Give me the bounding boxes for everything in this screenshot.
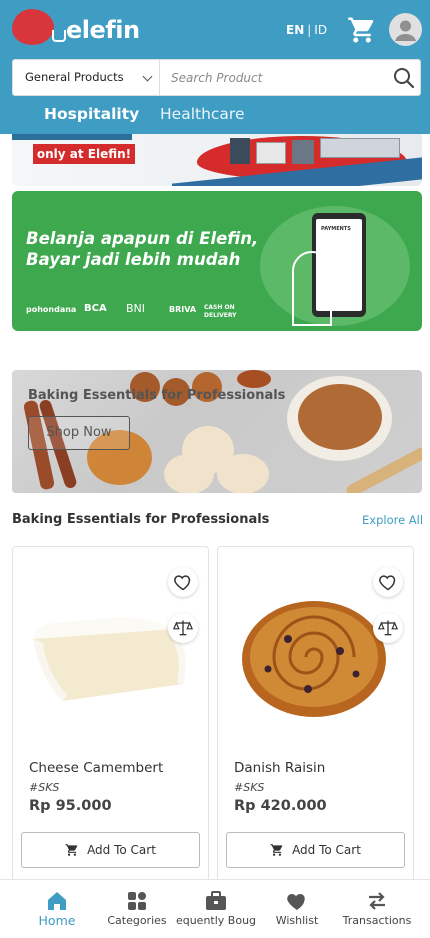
compare-scale-icon[interactable] bbox=[168, 613, 198, 643]
bottom-navigation: Home Categories equently Boug Wishlist T… bbox=[0, 879, 430, 938]
banner-title: Baking Essentials for Professionals bbox=[28, 388, 286, 403]
user-avatar[interactable] bbox=[389, 13, 422, 46]
payment-logo-cod: CASH ON DELIVERY bbox=[204, 304, 237, 319]
phone-screen-title: PAYMENTS bbox=[321, 226, 351, 232]
equipment-image bbox=[230, 138, 250, 164]
equipment-image bbox=[320, 138, 400, 158]
lang-separator: | bbox=[307, 23, 312, 37]
payment-logo-pohondana: pohondana bbox=[26, 305, 77, 314]
product-price: Rp 95.000 bbox=[29, 798, 112, 814]
product-price: Rp 420.000 bbox=[234, 798, 327, 814]
logo-blob bbox=[12, 9, 54, 45]
search-input[interactable] bbox=[171, 66, 371, 90]
equipment-image bbox=[292, 140, 314, 164]
nav-wishlist[interactable]: Wishlist bbox=[254, 880, 340, 938]
search-bar: General Products bbox=[12, 59, 421, 96]
search-icon[interactable] bbox=[392, 66, 416, 90]
lang-id-option[interactable]: ID bbox=[314, 23, 327, 37]
transfer-icon bbox=[369, 892, 385, 910]
payment-headline-2: Bayar jadi lebih mudah bbox=[26, 250, 241, 269]
payment-logo-briva: BRIVA bbox=[169, 305, 197, 314]
product-card[interactable]: Cheese Camembert #SKS Rp 95.000 Add To C… bbox=[12, 546, 209, 886]
product-image-camembert bbox=[33, 617, 186, 701]
app-header: elefin EN|ID General Products Hospitalit… bbox=[0, 0, 430, 134]
brown-sugar-image bbox=[298, 384, 382, 450]
language-switch: EN | ID bbox=[286, 23, 327, 37]
nav-frequently-bought-label: equently Boug bbox=[175, 914, 257, 927]
add-to-cart-button[interactable]: Add To Cart bbox=[21, 832, 200, 868]
promo-banner-payment[interactable]: Belanja apapun di Elefin, Bayar jadi leb… bbox=[12, 191, 422, 331]
nav-categories-label: Categories bbox=[107, 914, 167, 927]
compare-scale-icon[interactable] bbox=[373, 613, 403, 643]
heart-icon bbox=[287, 894, 305, 910]
wishlist-heart-icon[interactable] bbox=[373, 567, 403, 597]
nav-wishlist-label: Wishlist bbox=[275, 914, 319, 927]
product-image-danish bbox=[242, 601, 386, 717]
product-tag: #SKS bbox=[234, 781, 265, 794]
tab-healthcare[interactable]: Healthcare bbox=[160, 105, 245, 123]
nav-transactions[interactable]: Transactions bbox=[334, 880, 420, 938]
nav-transactions-label: Transactions bbox=[342, 914, 412, 927]
explore-all-link[interactable]: Explore All bbox=[362, 513, 423, 527]
payment-headline-1: Belanja apapun di Elefin, bbox=[26, 229, 259, 248]
lang-en-option[interactable]: EN bbox=[286, 23, 304, 37]
wishlist-heart-icon[interactable] bbox=[168, 567, 198, 597]
banner-strip bbox=[12, 134, 132, 140]
nav-home-label: Home bbox=[38, 913, 76, 928]
logo-cart-icon bbox=[52, 30, 66, 42]
equipment-image bbox=[256, 142, 286, 164]
hazelnut-image bbox=[237, 370, 271, 388]
payment-logo-bca: BCA bbox=[84, 303, 107, 314]
product-tag: #SKS bbox=[29, 781, 60, 794]
chevron-down-icon bbox=[142, 71, 153, 82]
briefcase-icon bbox=[206, 891, 226, 910]
promo-banner-equipment[interactable]: only at Elefin! bbox=[12, 134, 422, 186]
product-name[interactable]: Cheese Camembert bbox=[29, 760, 163, 776]
category-dropdown[interactable]: General Products bbox=[13, 60, 160, 95]
home-icon bbox=[48, 892, 66, 910]
payment-logo-bni: BNI bbox=[126, 302, 146, 315]
product-card[interactable]: Danish Raisin #SKS Rp 420.000 Add To Car… bbox=[217, 546, 414, 886]
nav-home[interactable]: Home bbox=[14, 880, 100, 938]
elefin-logo[interactable]: elefin bbox=[12, 9, 140, 47]
tab-hospitality[interactable]: Hospitality bbox=[44, 105, 139, 123]
product-name[interactable]: Danish Raisin bbox=[234, 760, 325, 776]
add-to-cart-button[interactable]: Add To Cart bbox=[226, 832, 405, 868]
category-dropdown-value: General Products bbox=[25, 70, 124, 84]
nav-categories[interactable]: Categories bbox=[94, 880, 180, 938]
shop-now-button[interactable]: Shop Now bbox=[28, 416, 130, 450]
categories-icon bbox=[128, 892, 146, 910]
promo-banner-baking[interactable]: Baking Essentials for Professionals Shop… bbox=[12, 370, 422, 493]
banner-badge: only at Elefin! bbox=[33, 144, 135, 164]
logo-text: elefin bbox=[66, 16, 140, 44]
hand-illustration bbox=[292, 251, 332, 326]
egg-image bbox=[217, 454, 269, 493]
add-to-cart-label: Add To Cart bbox=[292, 843, 361, 857]
nav-frequently-bought[interactable]: equently Boug bbox=[173, 880, 259, 938]
add-to-cart-label: Add To Cart bbox=[87, 843, 156, 857]
cart-icon[interactable] bbox=[347, 15, 377, 45]
cart-icon bbox=[65, 844, 78, 856]
section-title: Baking Essentials for Professionals bbox=[12, 512, 270, 527]
cart-icon bbox=[270, 844, 283, 856]
egg-image bbox=[164, 454, 214, 493]
